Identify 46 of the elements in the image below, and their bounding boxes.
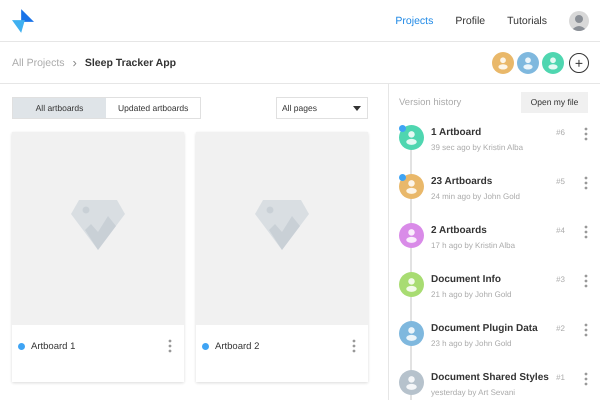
logo-icon[interactable] <box>12 8 34 32</box>
more-icon[interactable] <box>168 339 172 353</box>
more-icon[interactable] <box>584 323 588 337</box>
version-meta: 17 h ago by Kristin Alba <box>431 241 516 250</box>
breadcrumb-separator: › <box>72 55 77 70</box>
version-number: #5 <box>556 176 565 186</box>
user-avatar[interactable] <box>569 10 589 30</box>
version-title[interactable]: Document Info <box>431 274 512 285</box>
version-title[interactable]: Document Shared Styles <box>431 372 549 383</box>
version-title[interactable]: 23 Artboards <box>431 176 520 187</box>
more-icon[interactable] <box>584 127 588 141</box>
nav-link[interactable]: Profile <box>455 14 486 26</box>
version-meta: 24 min ago by John Gold <box>431 192 520 201</box>
artboard-name: Artboard 2 <box>215 340 260 352</box>
version-number: #2 <box>556 323 565 333</box>
more-icon[interactable] <box>584 372 588 386</box>
more-icon[interactable] <box>584 225 588 239</box>
diamond-image-icon <box>255 200 309 250</box>
pages-dropdown[interactable]: All pages <box>276 97 368 119</box>
version-number: #6 <box>556 127 565 137</box>
version-title[interactable]: 1 Artboard <box>431 127 524 138</box>
version-title[interactable]: 2 Artboards <box>431 225 516 236</box>
breadcrumb-current: Sleep Tracker App <box>84 56 176 68</box>
filter-tab[interactable]: All artboards <box>13 98 106 118</box>
collaborator-avatar[interactable] <box>517 52 539 74</box>
collaborator-avatar[interactable] <box>542 52 564 74</box>
version-meta: 21 h ago by John Gold <box>431 290 512 299</box>
version-number: #1 <box>556 372 565 382</box>
panel-title: Version history <box>399 96 462 108</box>
version-meta: 39 sec ago by Kristin Alba <box>431 143 524 152</box>
more-icon[interactable] <box>584 176 588 190</box>
version-title[interactable]: Document Plugin Data <box>431 323 538 334</box>
nav-link[interactable]: Tutorials <box>507 14 547 26</box>
diamond-image-icon <box>71 200 125 250</box>
add-collaborator-button[interactable]: + <box>569 52 589 72</box>
version-number: #4 <box>556 225 565 235</box>
more-icon[interactable] <box>352 339 356 353</box>
artboard-name: Artboard 1 <box>31 340 76 352</box>
version-meta: 23 h ago by John Gold <box>431 339 513 348</box>
caret-icon <box>353 106 361 110</box>
more-icon[interactable] <box>584 274 588 288</box>
collaborator-avatar[interactable] <box>492 52 514 74</box>
open-file-button[interactable]: Open my file <box>521 92 588 112</box>
version-number: #3 <box>556 274 565 284</box>
version-meta: yesterday by Art Sevani <box>431 388 516 397</box>
nav-link[interactable]: Projects <box>395 14 434 26</box>
